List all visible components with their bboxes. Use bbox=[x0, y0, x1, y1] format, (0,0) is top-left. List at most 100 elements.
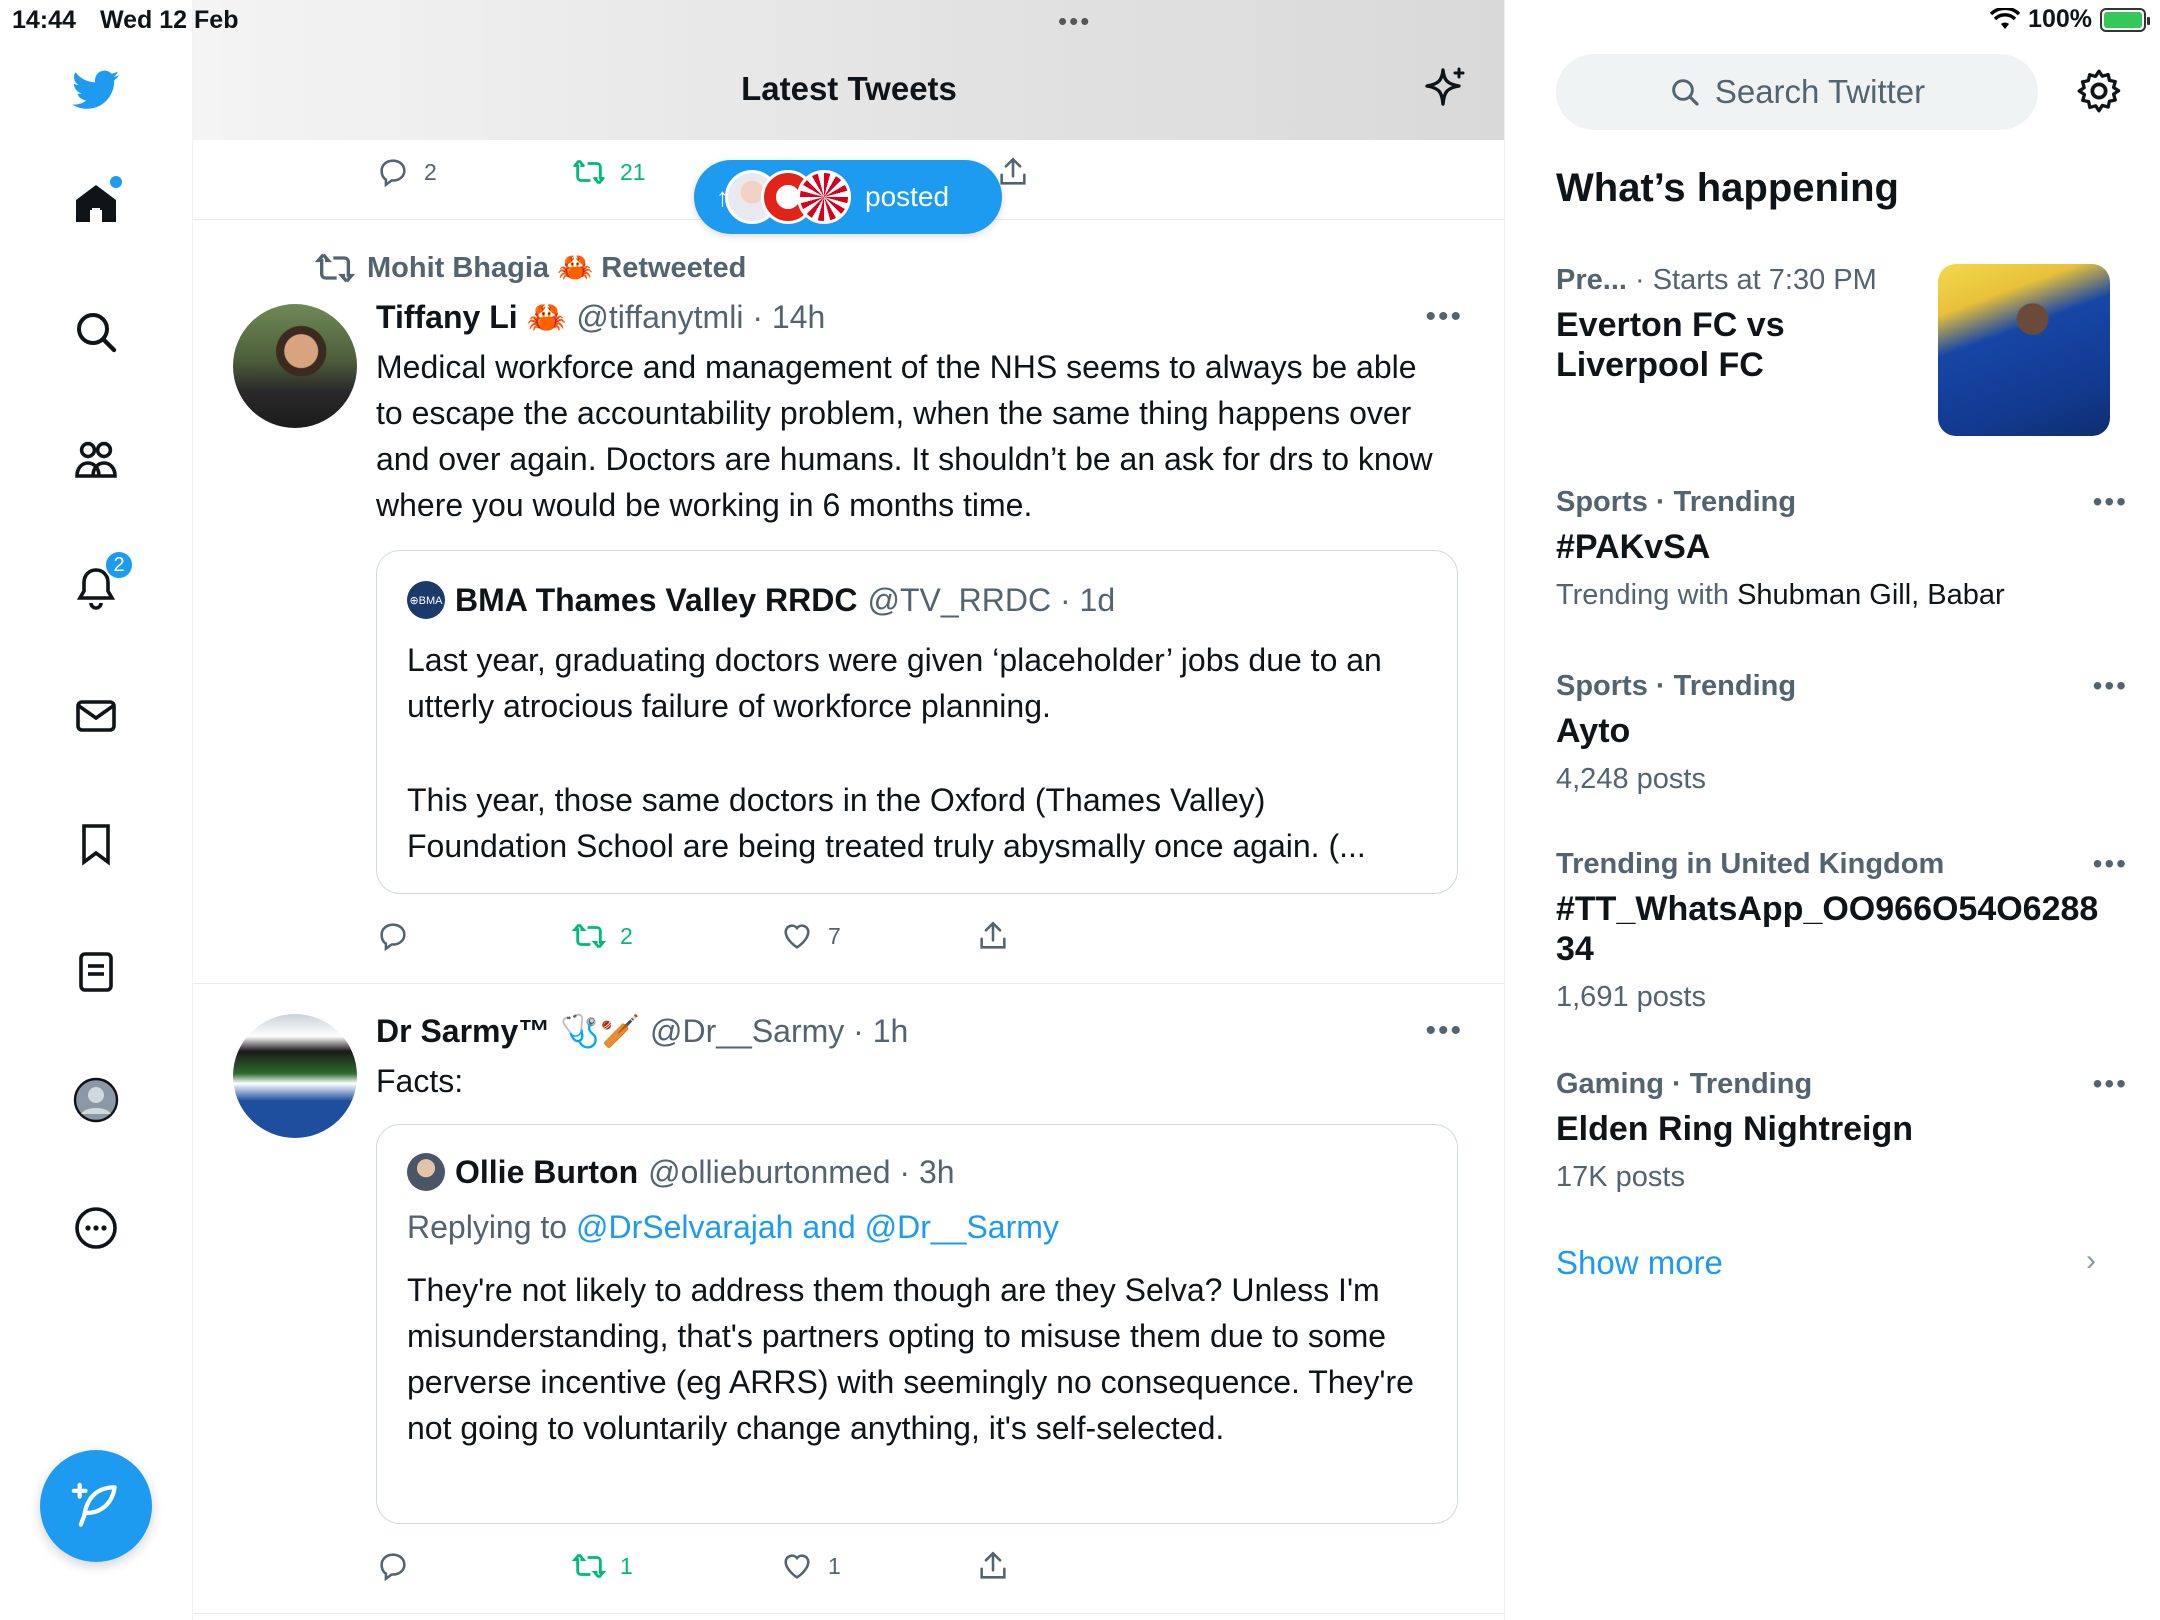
author-name[interactable]: Dr Sarmy™ bbox=[376, 1013, 550, 1050]
like-count: 1 bbox=[828, 1552, 841, 1579]
trend-post-count: 4,248 posts bbox=[1556, 763, 1706, 795]
trend-more-icon[interactable]: ••• bbox=[2093, 486, 2128, 518]
nav-communities[interactable] bbox=[64, 428, 128, 492]
communities-icon bbox=[75, 441, 117, 478]
nav-bookmarks[interactable] bbox=[64, 812, 128, 876]
action-bar: 1 1 bbox=[376, 1544, 1036, 1588]
sparkle-icon[interactable] bbox=[1421, 64, 1469, 112]
timeline-column: Latest Tweets 2 21 ↑ posted Mohit Bhagia… bbox=[193, 0, 1505, 1620]
search-input[interactable]: Search Twitter bbox=[1556, 54, 2038, 130]
trend-title: #PAKvSA bbox=[1556, 528, 1711, 566]
twitter-logo-icon[interactable] bbox=[64, 58, 128, 122]
nav-explore[interactable] bbox=[64, 300, 128, 364]
share-button[interactable] bbox=[976, 1549, 1010, 1583]
nav-profile[interactable] bbox=[64, 1068, 128, 1132]
more-circle-icon bbox=[75, 1207, 117, 1249]
tweet-header: Dr Sarmy™ 🩺🏏 @Dr__Sarmy · 1h bbox=[376, 1012, 908, 1050]
tweet-text: Medical workforce and management of the … bbox=[376, 349, 1433, 523]
quoted-author-name: BMA Thames Valley RRDC bbox=[455, 581, 858, 618]
quoted-tweet-header: ⊕BMA BMA Thames Valley RRDC @TV_RRDC · 1… bbox=[407, 581, 1115, 619]
quoted-tweet-header: Ollie Burton @ollieburtonmed · 3h bbox=[407, 1153, 955, 1191]
quoted-tweet[interactable]: ⊕BMA BMA Thames Valley RRDC @TV_RRDC · 1… bbox=[376, 550, 1458, 894]
event-category: Pre... bbox=[1556, 264, 1627, 296]
avatar[interactable] bbox=[233, 1014, 357, 1138]
battery-percent: 100% bbox=[2028, 5, 2092, 33]
replying-to-handles[interactable]: @DrSelvarajah and @Dr__Sarmy bbox=[576, 1209, 1059, 1245]
right-sidebar: Search Twitter What’s happening Pre... ·… bbox=[1506, 0, 2160, 1620]
mail-icon bbox=[76, 700, 116, 732]
trend-sub-value: Shubman Gill, Babar bbox=[1737, 579, 2005, 611]
new-posts-pill[interactable]: ↑ posted bbox=[694, 160, 1002, 234]
reply-icon bbox=[380, 159, 406, 188]
search-placeholder: Search Twitter bbox=[1714, 73, 1926, 110]
bma-logo: ⊕BMA bbox=[407, 581, 445, 619]
trend-meta: Gaming · Trending bbox=[1556, 1068, 1813, 1100]
retweet-icon bbox=[572, 1553, 606, 1579]
avatar bbox=[407, 1153, 445, 1191]
retweeted-by-text: Mohit Bhagia 🦀 Retweeted bbox=[367, 252, 747, 284]
nav-notifications[interactable]: 2 bbox=[64, 550, 134, 620]
status-date: Wed 12 Feb bbox=[100, 6, 239, 34]
author-name[interactable]: Tiffany Li 🦀 bbox=[376, 298, 566, 336]
trend-meta: Sports · Trending bbox=[1556, 486, 1797, 518]
author-handle[interactable]: @tiffanytmli · 14h bbox=[576, 299, 825, 336]
trend-post-count: 1,691 posts bbox=[1556, 981, 1706, 1013]
retweeted-by-line[interactable]: Mohit Bhagia 🦀 Retweeted bbox=[315, 248, 746, 288]
multitask-dots[interactable]: ••• bbox=[1058, 6, 1091, 37]
retweet-button[interactable]: 21 bbox=[572, 155, 646, 189]
reply-button[interactable] bbox=[376, 1549, 424, 1583]
quoted-author-handle: @ollieburtonmed · 3h bbox=[648, 1153, 955, 1190]
retweet-icon bbox=[315, 253, 355, 283]
trend-item[interactable]: Gaming · Trending Elden Ring Nightreign … bbox=[1556, 1068, 2126, 1194]
retweet-count: 2 bbox=[620, 922, 633, 949]
trend-post-count: 17K posts bbox=[1556, 1161, 1685, 1193]
gear-icon[interactable] bbox=[2074, 66, 2124, 116]
quoted-tweet[interactable]: Ollie Burton @ollieburtonmed · 3h Replyi… bbox=[376, 1124, 1458, 1524]
nav-home[interactable] bbox=[64, 172, 128, 236]
retweet-count: 1 bbox=[620, 1552, 633, 1579]
tweet[interactable]: Mohit Bhagia 🦀 Retweeted Tiffany Li 🦀 @t… bbox=[193, 220, 1504, 984]
trend-title: Ayto bbox=[1556, 712, 1631, 750]
trend-more-icon[interactable]: ••• bbox=[2093, 848, 2128, 880]
trend-item[interactable]: Trending in United Kingdom #TT_WhatsApp_… bbox=[1556, 848, 2126, 1014]
author-emoji: 🩺🏏 bbox=[560, 1013, 640, 1049]
like-button[interactable]: 1 bbox=[780, 1549, 841, 1583]
trend-meta: Sports · Trending bbox=[1556, 670, 1797, 702]
show-more-link[interactable]: Show more bbox=[1556, 1244, 1723, 1282]
trend-more-icon[interactable]: ••• bbox=[2093, 670, 2128, 702]
share-icon bbox=[980, 1551, 1006, 1579]
avatar[interactable] bbox=[233, 304, 357, 428]
compose-tweet-button[interactable] bbox=[40, 1450, 152, 1562]
chevron-right-icon[interactable]: › bbox=[2086, 1244, 2096, 1278]
nav-more[interactable] bbox=[64, 1196, 128, 1260]
tweet-text: Facts: bbox=[376, 1063, 464, 1099]
trend-meta: Trending in United Kingdom bbox=[1556, 848, 1945, 880]
event-meta: Pre... · Starts at 7:30 PM bbox=[1556, 264, 1926, 297]
trend-item[interactable]: Sports · Trending #PAKvSA Trending with … bbox=[1556, 486, 2126, 612]
reply-button[interactable]: 2 bbox=[376, 155, 437, 189]
left-nav: 2 bbox=[0, 0, 193, 1620]
nav-lists[interactable] bbox=[64, 940, 128, 1004]
trend-event[interactable]: Pre... · Starts at 7:30 PM Everton FC vs… bbox=[1556, 264, 1926, 385]
reply-icon bbox=[380, 1553, 406, 1582]
list-icon bbox=[79, 952, 113, 992]
quoted-text: They're not likely to address them thoug… bbox=[407, 1272, 1414, 1446]
more-options-icon[interactable]: ••• bbox=[1425, 1014, 1463, 1048]
author-handle[interactable]: @Dr__Sarmy · 1h bbox=[650, 1013, 908, 1050]
event-image[interactable] bbox=[1938, 264, 2110, 436]
share-button[interactable] bbox=[996, 155, 1030, 189]
tweet[interactable]: Dr Sarmy™ 🩺🏏 @Dr__Sarmy · 1h ••• Facts: … bbox=[193, 984, 1504, 1614]
new-posts-label: posted bbox=[865, 181, 950, 212]
search-icon bbox=[77, 313, 117, 353]
whats-happening-heading: What’s happening bbox=[1556, 166, 1899, 210]
more-options-icon[interactable]: ••• bbox=[1425, 300, 1463, 334]
share-button[interactable] bbox=[976, 919, 1010, 953]
heart-icon bbox=[784, 1554, 810, 1579]
reply-button[interactable] bbox=[376, 919, 424, 953]
retweet-button[interactable]: 2 bbox=[572, 919, 633, 953]
nav-messages[interactable] bbox=[64, 684, 128, 748]
retweet-button[interactable]: 1 bbox=[572, 1549, 633, 1583]
trend-item[interactable]: Sports · Trending Ayto 4,248 posts ••• bbox=[1556, 670, 2126, 796]
like-button[interactable]: 7 bbox=[780, 919, 841, 953]
trend-more-icon[interactable]: ••• bbox=[2093, 1068, 2128, 1100]
